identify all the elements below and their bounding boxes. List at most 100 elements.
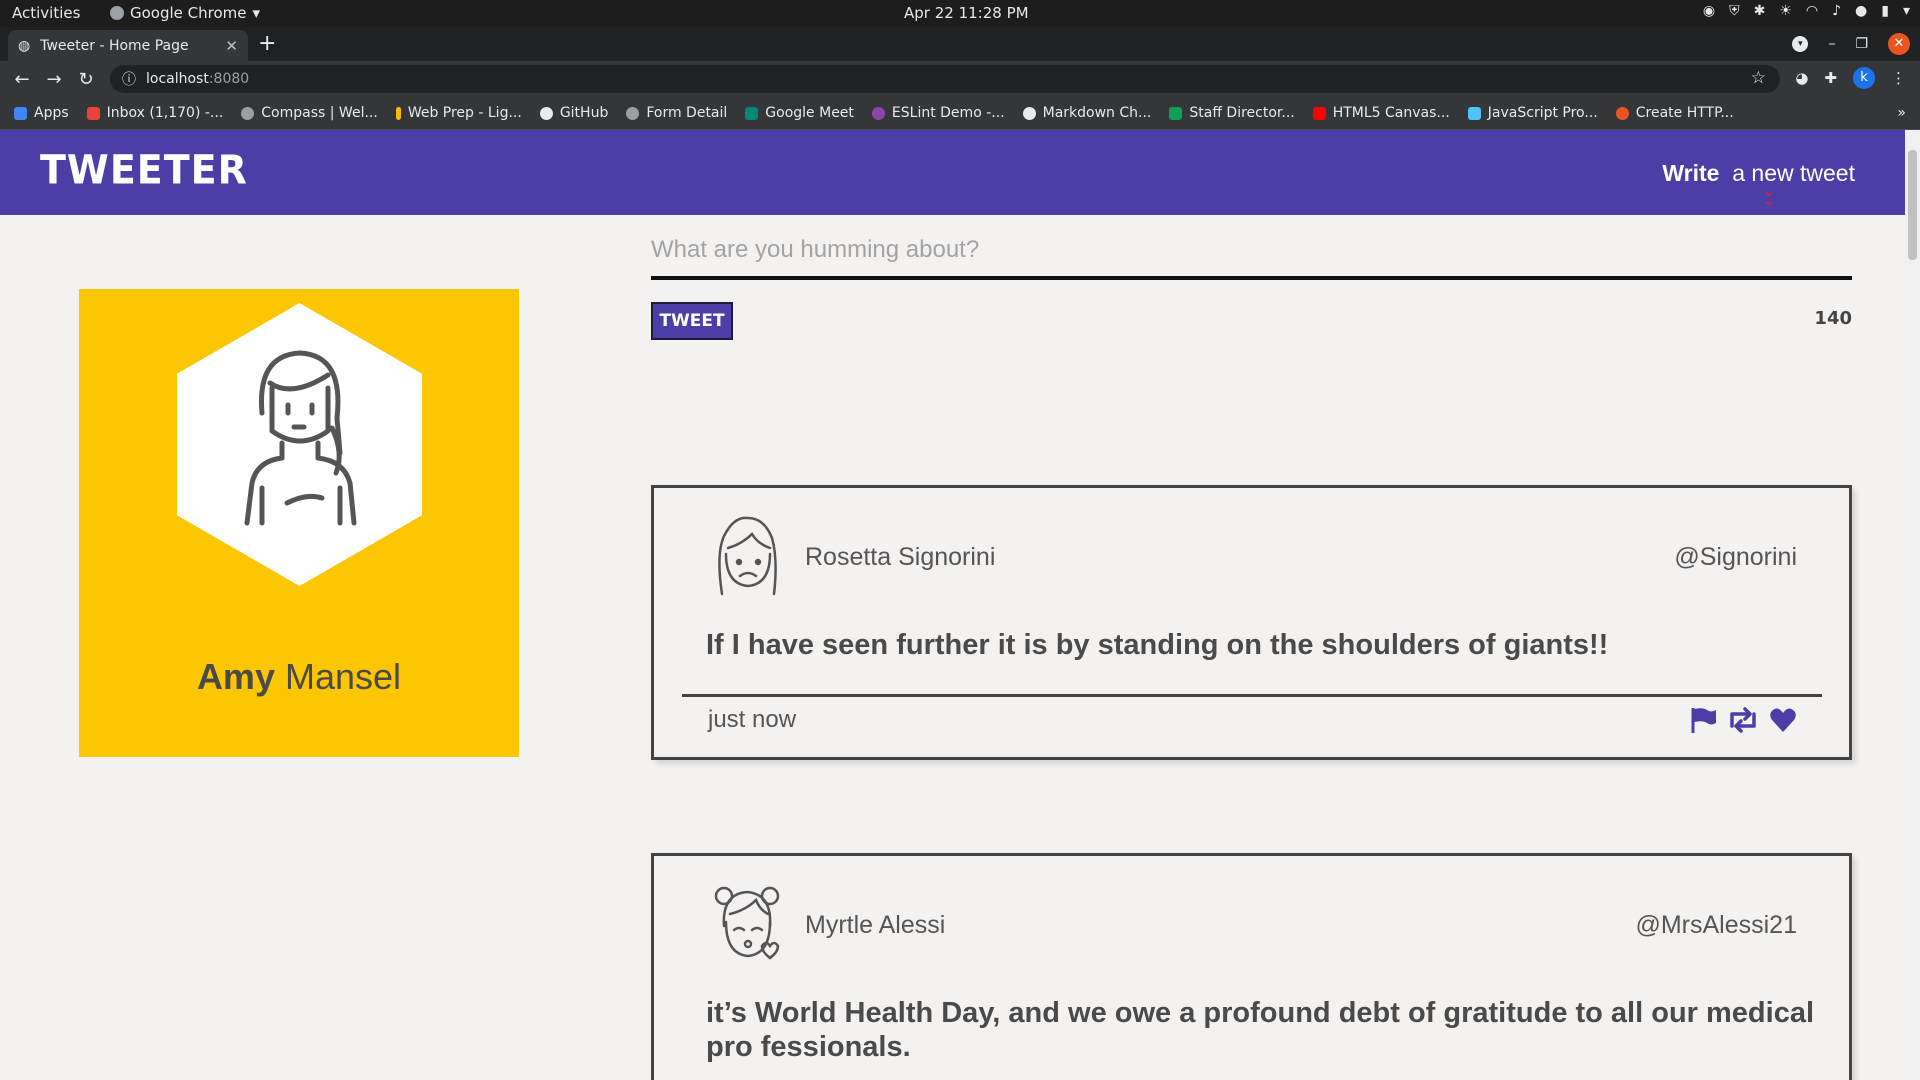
url-port: :8080 xyxy=(208,71,250,87)
discord-icon[interactable]: ◉ xyxy=(1703,3,1715,19)
tweet-submit-button[interactable]: TWEET xyxy=(651,302,733,340)
bookmark-item[interactable]: Apps xyxy=(14,105,69,121)
minimize-icon[interactable]: – xyxy=(1828,36,1835,52)
scrollbar-thumb[interactable] xyxy=(1908,150,1917,260)
bookmark-item[interactable]: Compass | Wel... xyxy=(241,105,378,121)
bookmark-star-icon[interactable]: ☆ xyxy=(1751,68,1766,88)
app-menu-label: Google Chrome xyxy=(130,4,247,22)
flag-icon[interactable] xyxy=(1689,706,1717,734)
chevron-down-icon[interactable]: ▾ xyxy=(1903,3,1910,19)
postman-icon xyxy=(1615,106,1629,120)
info-icon[interactable]: ⓘ xyxy=(122,69,136,89)
page-scrollbar[interactable] xyxy=(1905,130,1920,1080)
write-new-tweet-button[interactable]: Write a new tweet xyxy=(1662,160,1855,187)
close-tab-icon[interactable]: ✕ xyxy=(225,37,238,55)
battery-icon[interactable]: ▮ xyxy=(1881,3,1889,19)
globe-icon xyxy=(626,106,640,120)
bookmark-item[interactable]: Markdown Ch... xyxy=(1022,105,1152,121)
new-tab-button[interactable]: + xyxy=(258,31,276,56)
shield-icon[interactable]: ⛨ xyxy=(1729,3,1740,19)
bookmark-item[interactable]: ESLint Demo -... xyxy=(871,105,1005,121)
bookmark-item[interactable]: Web Prep - Lig... xyxy=(395,105,522,121)
bookmark-label: Inbox (1,170) -... xyxy=(106,105,224,121)
bookmark-label: HTML5 Canvas... xyxy=(1332,105,1450,121)
bookmark-item[interactable]: Staff Director... xyxy=(1169,105,1295,121)
write-rest-label: a new tweet xyxy=(1732,160,1855,186)
lighthouse-icon xyxy=(395,106,401,120)
address-bar[interactable]: ⓘ localhost:8080 ☆ xyxy=(110,65,1780,93)
system-tray[interactable]: ◉ ⛨ ✱ ☀ ◠ ♪ ● ▮ ▾ xyxy=(1703,3,1910,19)
eslint-icon xyxy=(871,106,885,120)
sad-girl-avatar-icon xyxy=(718,516,777,596)
tweet-content: it’s World Health Day, and we owe a prof… xyxy=(706,997,1815,1063)
tab-tweeter-home[interactable]: ◍ Tweeter - Home Page ✕ xyxy=(8,30,248,61)
tweet-author-handle: @MrsAlessi21 xyxy=(1635,911,1797,939)
clock[interactable]: Apr 22 11:28 PM xyxy=(904,4,1029,22)
app-navbar: TWEETER Write a new tweet ⌄ ⌄ xyxy=(0,130,1905,215)
google-meet-icon xyxy=(745,106,759,120)
back-arrow-icon[interactable]: ← xyxy=(6,69,38,90)
github-icon xyxy=(539,106,553,120)
udemy-icon xyxy=(1467,106,1481,120)
slack-icon[interactable]: ✱ xyxy=(1754,3,1766,19)
volume-icon[interactable]: ♪ xyxy=(1832,3,1841,19)
bookmark-item[interactable]: Create HTTP... xyxy=(1615,105,1734,121)
tweet-content: If I have seen further it is by standing… xyxy=(706,629,1609,661)
puzzle-extensions-icon[interactable]: ✚ xyxy=(1824,69,1837,87)
browser-toolbar: ← → ↻ ⓘ localhost:8080 ☆ ◕ ✚ k ⋮ xyxy=(0,61,1920,97)
bookmark-item[interactable]: Google Meet xyxy=(745,105,854,121)
app-menu[interactable]: Google Chrome ▾ xyxy=(110,4,260,22)
bookmark-item[interactable]: Inbox (1,170) -... xyxy=(86,105,224,121)
chrome-icon xyxy=(110,6,124,20)
kiss-girl-avatar-icon xyxy=(714,886,780,960)
tweet-text-input[interactable] xyxy=(651,220,1852,280)
bookmark-item[interactable]: Form Detail xyxy=(626,105,727,121)
activities-button[interactable]: Activities xyxy=(12,4,80,22)
compass-icon xyxy=(241,106,255,120)
kebab-menu-icon[interactable]: ⋮ xyxy=(1891,69,1906,87)
browser-tab-strip: ◍ Tweeter - Home Page ✕ + ▾ – ❐ ✕ xyxy=(0,27,1920,61)
close-window-icon[interactable]: ✕ xyxy=(1888,33,1910,55)
tweet-author-name: Myrtle Alessi xyxy=(805,911,946,939)
bookmark-label: Google Meet xyxy=(765,105,854,121)
globe-icon: ◍ xyxy=(18,37,31,54)
bookmark-item[interactable]: GitHub xyxy=(539,105,608,121)
brightness-icon[interactable]: ☀ xyxy=(1779,3,1792,19)
tab-search-icon[interactable]: ▾ xyxy=(1792,36,1809,52)
wifi-icon[interactable]: ◠ xyxy=(1806,3,1818,19)
bookmark-label: ESLint Demo -... xyxy=(891,105,1005,121)
bookmark-label: Create HTTP... xyxy=(1635,105,1734,121)
tweet-timestamp: just now xyxy=(708,706,797,733)
bookmark-item[interactable]: HTML5 Canvas... xyxy=(1312,105,1450,121)
character-counter: 140 xyxy=(1814,308,1852,329)
cookie-extension-icon[interactable]: ◕ xyxy=(1795,69,1808,87)
retweet-icon[interactable] xyxy=(1727,706,1759,734)
bookmark-label: Web Prep - Lig... xyxy=(407,105,522,121)
heart-icon[interactable] xyxy=(1769,706,1797,734)
microphone-icon[interactable]: ● xyxy=(1855,3,1867,19)
sheets-icon xyxy=(1169,106,1183,120)
extensions-area: ◕ ✚ k ⋮ xyxy=(1795,67,1906,89)
restore-icon[interactable]: ❐ xyxy=(1855,36,1868,52)
bookmark-item[interactable]: JavaScript Pro... xyxy=(1467,105,1598,121)
tweet-card: Rosetta Signorini @Signorini If I have s… xyxy=(651,485,1852,760)
tweeter-logo[interactable]: TWEETER xyxy=(40,147,248,193)
apps-grid-icon xyxy=(14,106,27,120)
bookmark-label: JavaScript Pro... xyxy=(1487,105,1598,121)
profile-card: Amy Mansel xyxy=(79,289,519,757)
bookmark-label: Form Detail xyxy=(646,105,728,121)
caret-down-icon: ▾ xyxy=(252,4,261,22)
reload-icon[interactable]: ↻ xyxy=(70,69,102,90)
bookmarks-overflow-icon[interactable]: » xyxy=(1897,105,1906,121)
url-host: localhost xyxy=(146,71,209,87)
forward-arrow-icon[interactable]: → xyxy=(38,69,70,90)
gmail-icon xyxy=(86,106,100,120)
bookmark-label: Markdown Ch... xyxy=(1042,105,1152,121)
tweet-author-handle: @Signorini xyxy=(1674,543,1797,571)
tweet-card: Myrtle Alessi @MrsAlessi21 it’s World He… xyxy=(651,853,1852,1080)
profile-avatar-icon xyxy=(244,350,357,526)
tweet-author-name: Rosetta Signorini xyxy=(805,543,996,571)
profile-avatar[interactable]: k xyxy=(1853,67,1875,89)
web-page: TWEETER Write a new tweet ⌄ ⌄ Amy Mansel… xyxy=(0,130,1920,1080)
double-chevron-down-icon[interactable]: ⌄ ⌄ xyxy=(1763,185,1775,208)
